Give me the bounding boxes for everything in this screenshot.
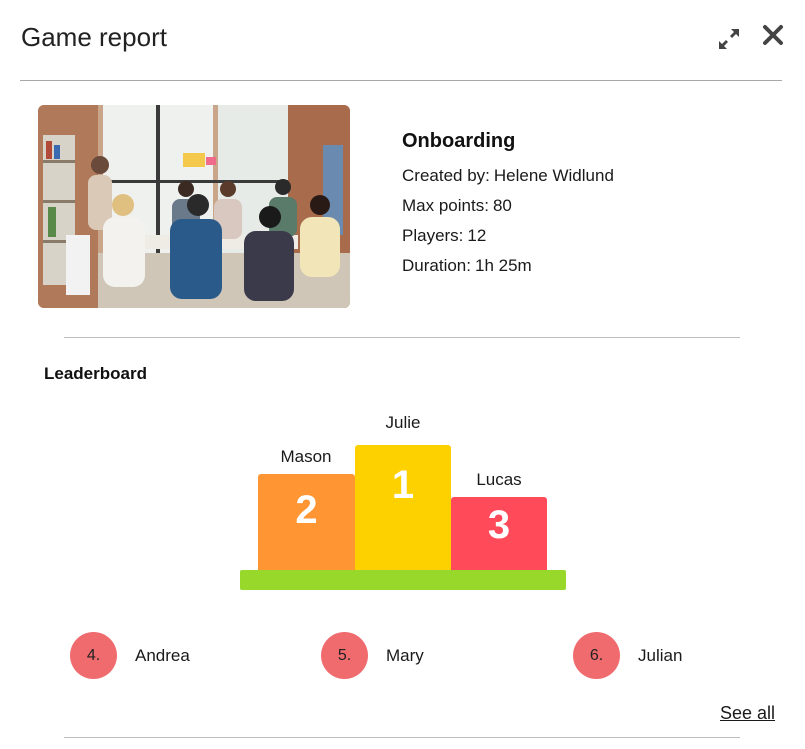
rank-player-name: Julian <box>638 646 683 665</box>
duration-label: Duration: <box>402 256 471 275</box>
created-by-value: Helene Widlund <box>493 166 614 185</box>
game-info: Onboarding Created by: Helene Widlund Max… <box>402 130 614 281</box>
dialog-header: Game report <box>0 0 805 80</box>
podium-name-second: Mason <box>280 447 332 466</box>
podium-block-third: 3 <box>451 497 547 573</box>
podium-base <box>240 570 566 590</box>
podium-block-first: 1 <box>355 445 451 573</box>
see-all-link[interactable]: See all <box>720 703 775 724</box>
created-by-label: Created by: <box>402 166 490 185</box>
podium-name-third: Lucas <box>476 470 522 489</box>
leaderboard-title: Leaderboard <box>44 364 147 383</box>
leaderboard-other-ranks: 4. Andrea 5. Mary 6. Julian <box>0 632 805 680</box>
duration-value: 1h 25m <box>474 256 532 275</box>
rank-player-name: Andrea <box>135 646 190 665</box>
leaderboard-podium: Julie Mason Lucas 1 2 3 <box>240 410 566 592</box>
created-by-row: Created by: Helene Widlund <box>402 161 614 191</box>
expand-icon[interactable] <box>716 26 742 52</box>
players-value: 12 <box>467 226 487 245</box>
rank-badge: 4. <box>70 632 117 679</box>
rank-badge: 6. <box>573 632 620 679</box>
section-divider <box>64 337 740 338</box>
players-label: Players: <box>402 226 464 245</box>
podium-block-second: 2 <box>258 474 355 573</box>
duration-row: Duration: 1h 25m <box>402 251 614 281</box>
max-points-label: Max points: <box>402 196 489 215</box>
podium-name-first: Julie <box>385 413 421 432</box>
players-row: Players: 12 <box>402 221 614 251</box>
rank-badge: 5. <box>321 632 368 679</box>
close-icon[interactable] <box>761 23 785 47</box>
game-name: Onboarding <box>402 130 516 152</box>
dialog-title: Game report <box>21 22 167 52</box>
rank-player-name: Mary <box>386 646 424 665</box>
max-points-value: 80 <box>492 196 512 215</box>
footer-divider <box>64 737 740 738</box>
game-cover-image <box>38 105 350 308</box>
header-divider <box>20 80 782 81</box>
max-points-row: Max points: 80 <box>402 191 614 221</box>
